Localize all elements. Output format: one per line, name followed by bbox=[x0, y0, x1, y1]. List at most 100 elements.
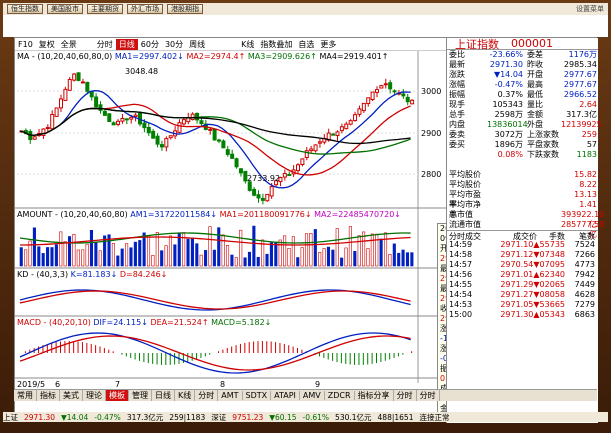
trade-row: 14:56 2971.01▲62340 7942 bbox=[449, 270, 595, 279]
candle-body bbox=[72, 73, 77, 81]
amount-bar bbox=[304, 233, 309, 267]
amount-bar bbox=[375, 233, 379, 267]
status-item: -0.47% bbox=[94, 412, 121, 422]
status-item: ▼60.15 bbox=[269, 412, 297, 422]
candle-body bbox=[317, 141, 322, 144]
amount-bar bbox=[383, 232, 388, 267]
amount-bar bbox=[370, 233, 374, 267]
status-item: 深证 bbox=[211, 412, 227, 422]
status-item: 上证 bbox=[3, 412, 18, 422]
amount-bar bbox=[239, 229, 243, 267]
bottom-tab[interactable]: 指标 bbox=[37, 390, 60, 401]
candle-body bbox=[177, 122, 182, 133]
candle-body bbox=[366, 97, 371, 105]
amount-bar bbox=[269, 242, 273, 267]
bottom-tab[interactable]: K线 bbox=[175, 390, 196, 401]
amount-bar bbox=[357, 235, 361, 267]
dea-line bbox=[19, 335, 411, 371]
amount-bar bbox=[300, 247, 304, 267]
bottom-tab[interactable]: 常用 bbox=[14, 390, 37, 401]
bottom-tab[interactable]: 理论 bbox=[83, 390, 106, 401]
amount-bar bbox=[401, 249, 405, 267]
x-tick-label: 2019/5 bbox=[17, 380, 45, 388]
candle-body bbox=[32, 136, 37, 140]
high-price-label: 3048.48 bbox=[125, 67, 158, 76]
bottom-tab[interactable]: ATAPI bbox=[271, 391, 300, 400]
amount-bar bbox=[397, 252, 401, 267]
top-button-2[interactable]: 美国股市 bbox=[47, 4, 83, 14]
top-button-1[interactable]: 恒生指数 bbox=[7, 4, 43, 14]
amount-bar bbox=[111, 243, 115, 267]
quote-header: 上证指数 000001 bbox=[447, 37, 598, 51]
candle-body bbox=[94, 96, 99, 108]
amount-bar bbox=[366, 248, 370, 267]
candle-body bbox=[335, 131, 340, 137]
amount-bar bbox=[212, 249, 216, 267]
quote-row: 平均股价 8.22 bbox=[449, 180, 597, 189]
x-tick-label: 6 bbox=[55, 380, 60, 388]
quote-row: 总市值 393922.16亿 bbox=[449, 210, 605, 229]
bottom-tab[interactable]: 模板 bbox=[106, 390, 129, 401]
amount-bar bbox=[247, 251, 252, 267]
bottom-tab[interactable]: 管理 bbox=[129, 390, 152, 401]
bottom-tab[interactable]: 分时 bbox=[195, 390, 219, 401]
trade-row: 14:58 2971.12▼07348 7266 bbox=[449, 250, 595, 259]
candle-body bbox=[401, 93, 406, 97]
amount-bar bbox=[85, 243, 89, 267]
candle-body bbox=[296, 164, 300, 172]
status-item: 530.1亿元 bbox=[335, 412, 372, 422]
status-item: 259|1183 bbox=[169, 412, 206, 422]
candle-body bbox=[98, 104, 103, 111]
top-toolbar: 恒生指数 美国股市 主要期货 外汇市场 港股期指 设置菜单 bbox=[3, 3, 608, 15]
low-price-label: 2733.92 bbox=[247, 174, 280, 183]
candle-body bbox=[370, 91, 375, 100]
top-button-3[interactable]: 主要期货 bbox=[87, 4, 123, 14]
chart-area: F10 复权 全景 分时 日线 60分 30分 周线 K线 指数叠加 自选 更多… bbox=[15, 38, 446, 388]
bottom-tab[interactable]: 分时 bbox=[417, 390, 440, 401]
blank-band bbox=[3, 15, 608, 37]
x-tick-label: 7 bbox=[115, 380, 120, 388]
candle-body bbox=[155, 135, 160, 145]
quote-panel: 上证指数 000001 委比 -23.66% 委差 1176万 最新 2971.30 昨收 2… bbox=[446, 37, 605, 423]
amount-bar bbox=[151, 255, 155, 267]
amount-bar bbox=[296, 257, 300, 267]
trade-row: 15:00 2971.30▲05343 6863 bbox=[449, 310, 595, 319]
main-panel: F10 复权 全景 分时 日线 60分 30分 周线 K线 指数叠加 自选 更多… bbox=[14, 37, 605, 423]
amount-bar bbox=[313, 229, 317, 267]
bottom-tab[interactable]: AMV bbox=[300, 391, 325, 400]
bottom-tab[interactable]: 指标分享 bbox=[355, 390, 394, 401]
bottom-tab[interactable]: ZDCR bbox=[325, 391, 355, 400]
candle-body bbox=[116, 120, 121, 125]
bottom-tab[interactable]: SDTX bbox=[243, 391, 272, 400]
candle-body bbox=[265, 193, 270, 202]
candle-body bbox=[85, 81, 90, 92]
kd-legend: KD - (40,3,3) K=81.183↓ D=84.246↓ bbox=[17, 270, 168, 279]
amount-bar bbox=[291, 236, 295, 267]
amount-bar bbox=[410, 252, 414, 267]
quote-row: 涨跌 ▼14.04 开盘 2977.67 bbox=[449, 70, 597, 79]
candle-body bbox=[217, 139, 221, 142]
trade-list: 14:59 2971.10▲55735 7524 14:58 2971.12▼07348… bbox=[447, 240, 598, 320]
amount-bar bbox=[94, 241, 98, 267]
candle-body bbox=[107, 113, 112, 122]
candle-body bbox=[300, 158, 305, 166]
bottom-tab[interactable]: 美式 bbox=[60, 390, 83, 401]
top-button-5[interactable]: 港股期指 bbox=[167, 4, 203, 14]
status-bar: 上证 2971.30 ▼14.04 -0.47% 317.3亿元 259|1183 深证 97… bbox=[3, 412, 608, 422]
top-button-4[interactable]: 外汇市场 bbox=[127, 4, 163, 14]
amount-bar bbox=[252, 225, 256, 267]
amount-bar bbox=[221, 234, 225, 267]
candle-body bbox=[80, 81, 85, 84]
candle-body bbox=[331, 133, 336, 136]
candle-body bbox=[410, 99, 415, 105]
candle-body bbox=[59, 98, 63, 109]
amount-bar bbox=[283, 235, 287, 267]
bottom-tab[interactable]: AMT bbox=[218, 391, 243, 400]
quote-row: 现手 105343 量比 2.64 bbox=[449, 100, 597, 109]
candle-body bbox=[67, 79, 72, 91]
candle-body bbox=[361, 102, 366, 112]
bottom-tab[interactable]: 分时 bbox=[394, 390, 417, 401]
trade-row: 14:53 2971.05▼53665 7279 bbox=[449, 300, 595, 309]
x-tick-label: 9 bbox=[315, 380, 320, 388]
bottom-tab[interactable]: 日线 bbox=[152, 390, 175, 401]
